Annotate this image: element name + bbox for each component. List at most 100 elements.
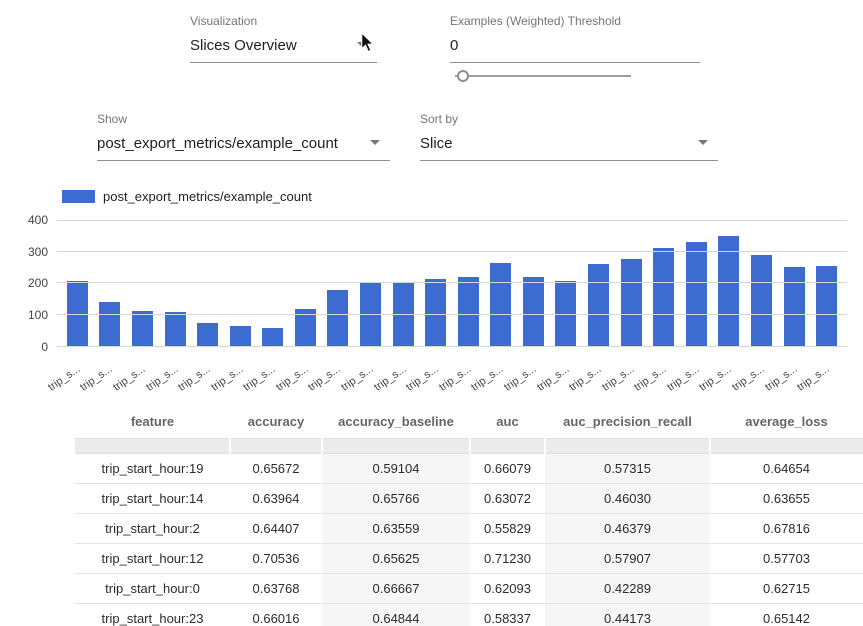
metric-cell: 0.66079	[470, 454, 545, 484]
sort-by-select-value: Slice	[420, 135, 453, 152]
column-header-auc_precision_recall[interactable]: auc_precision_recall	[545, 404, 710, 439]
metric-cell: 0.63768	[230, 574, 322, 604]
visualization-select[interactable]: Slices Overview	[190, 35, 377, 63]
table-row: trip_start_hour:140.639640.657660.630720…	[75, 484, 863, 514]
sort-by-field: Sort by Slice	[420, 112, 718, 161]
threshold-field: Examples (Weighted) Threshold	[450, 14, 700, 63]
bar[interactable]	[621, 259, 642, 347]
bar[interactable]	[751, 255, 772, 347]
bar-slot	[810, 266, 843, 347]
chevron-down-icon	[370, 140, 380, 145]
bar[interactable]	[132, 311, 153, 347]
example-count-bar-chart: 0100200300400 trip_s...trip_s...trip_s..…	[0, 212, 853, 392]
metric-cell: 0.63559	[322, 514, 470, 544]
bar-slot	[517, 277, 550, 347]
slices-overview-page: Visualization Slices Overview Examples (…	[0, 0, 863, 626]
filter-cell	[710, 439, 863, 454]
gridline	[57, 220, 847, 221]
bar[interactable]	[686, 242, 707, 347]
bar-slot	[713, 236, 746, 347]
table-body: trip_start_hour:190.656720.591040.660790…	[75, 454, 863, 626]
sort-by-label: Sort by	[420, 112, 718, 126]
metric-cell: 0.58337	[470, 604, 545, 626]
y-axis-tick: 100	[8, 308, 48, 322]
metric-cell: 0.70536	[230, 544, 322, 574]
metric-cell: 0.65625	[322, 544, 470, 574]
chart-xlabels: trip_s...trip_s...trip_s...trip_s...trip…	[57, 350, 847, 392]
bar[interactable]	[327, 290, 348, 347]
metric-cell: 0.62715	[710, 574, 863, 604]
show-select-value: post_export_metrics/example_count	[97, 135, 338, 152]
bar[interactable]	[230, 326, 251, 347]
bar[interactable]	[458, 277, 479, 347]
bar[interactable]	[588, 264, 609, 347]
bar[interactable]	[262, 328, 283, 347]
examples-threshold-slider[interactable]	[455, 69, 631, 83]
gridline	[57, 346, 847, 347]
table-row: trip_start_hour:190.656720.591040.660790…	[75, 454, 863, 484]
bar[interactable]	[523, 277, 544, 347]
bar-slot	[615, 259, 648, 347]
bar[interactable]	[197, 323, 218, 347]
bar-slot	[745, 255, 778, 347]
column-header-auc[interactable]: auc	[470, 404, 545, 439]
metric-cell: 0.66016	[230, 604, 322, 626]
bar-slot	[322, 290, 355, 347]
feature-cell: trip_start_hour:0	[75, 574, 230, 604]
legend-label: post_export_metrics/example_count	[103, 189, 312, 204]
filter-cell	[545, 439, 710, 454]
chevron-down-icon	[698, 140, 708, 145]
metric-cell: 0.63072	[470, 484, 545, 514]
bar-slot	[191, 323, 224, 347]
column-header-accuracy[interactable]: accuracy	[230, 404, 322, 439]
metric-cell: 0.55829	[470, 514, 545, 544]
bar-slot	[126, 311, 159, 347]
bar[interactable]	[99, 302, 120, 347]
visualization-field: Visualization Slices Overview	[190, 14, 377, 63]
bar[interactable]	[784, 267, 805, 347]
metric-cell: 0.62093	[470, 574, 545, 604]
chart-bars	[57, 220, 847, 347]
metric-cell: 0.64844	[322, 604, 470, 626]
feature-cell: trip_start_hour:23	[75, 604, 230, 626]
bar[interactable]	[490, 263, 511, 347]
feature-cell: trip_start_hour:2	[75, 514, 230, 544]
metric-cell: 0.57315	[545, 454, 710, 484]
filter-cell	[470, 439, 545, 454]
column-header-accuracy_baseline[interactable]: accuracy_baseline	[322, 404, 470, 439]
metrics-table: featureaccuracyaccuracy_baselineaucauc_p…	[75, 404, 863, 626]
sort-by-select[interactable]: Slice	[420, 133, 718, 161]
column-header-feature[interactable]: feature	[75, 404, 230, 439]
column-header-average_loss[interactable]: average_loss	[710, 404, 863, 439]
bar-slot	[680, 242, 713, 347]
table-header-row: featureaccuracyaccuracy_baselineaucauc_p…	[75, 404, 863, 439]
metric-cell: 0.59104	[322, 454, 470, 484]
slider-thumb[interactable]	[457, 70, 469, 82]
bar-slot	[94, 302, 127, 347]
bar[interactable]	[165, 312, 186, 347]
gridline	[57, 314, 847, 315]
bar-slot	[256, 328, 289, 347]
bar-slot	[485, 263, 518, 347]
bar-slot	[647, 248, 680, 347]
legend-swatch	[62, 190, 95, 203]
metric-cell: 0.46030	[545, 484, 710, 514]
bar[interactable]	[718, 236, 739, 347]
bar-slot	[224, 326, 257, 347]
metric-cell: 0.67816	[710, 514, 863, 544]
threshold-input[interactable]	[450, 35, 700, 63]
feature-cell: trip_start_hour:19	[75, 454, 230, 484]
y-axis-tick: 0	[8, 340, 48, 354]
bar-slot	[419, 279, 452, 347]
bar[interactable]	[653, 248, 674, 347]
metric-cell: 0.57703	[710, 544, 863, 574]
y-axis-tick: 400	[8, 213, 48, 227]
metric-cell: 0.65142	[710, 604, 863, 626]
gridline	[57, 251, 847, 252]
bar[interactable]	[816, 266, 837, 347]
bar[interactable]	[393, 283, 414, 347]
show-select[interactable]: post_export_metrics/example_count	[97, 133, 390, 161]
slider-track[interactable]	[455, 75, 631, 77]
bar[interactable]	[425, 279, 446, 347]
table-filter-row	[75, 439, 863, 454]
